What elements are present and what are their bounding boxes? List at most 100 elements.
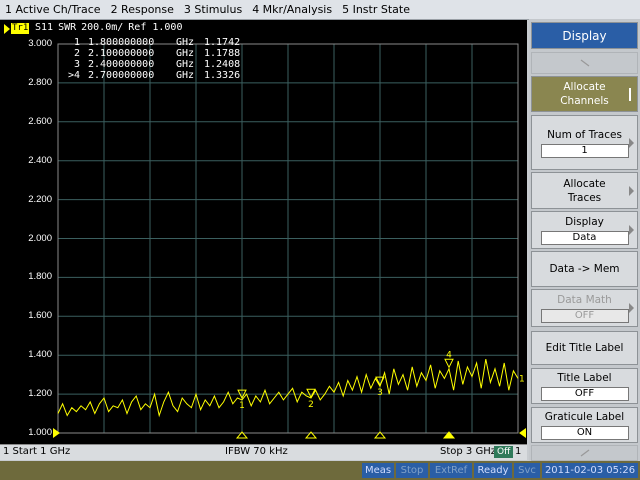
allocate-traces-label: Allocate Traces [563,177,606,204]
y-tick-label: 2.200 [28,193,52,205]
marker-value: 1.2408 [204,59,241,70]
status-svc: Svc [514,463,540,478]
channel-footer: 1 Start 1 GHz IFBW 70 kHz Stop 3 GHz Off… [0,444,527,460]
arrow-up-icon [580,59,589,67]
marker-freq: 1.800000000 [88,37,155,48]
ref-level-left-arrow-icon [53,428,60,438]
y-tick-label: 1.800 [28,271,52,283]
menu-mkr-analysis[interactable]: 4 Mkr/Analysis [247,0,337,19]
status-ready: Ready [474,463,512,478]
status-extref: ExtRef [430,463,472,478]
softkey-up-button[interactable] [531,52,638,74]
softkey-down-button[interactable] [531,445,638,461]
display-label: Display [565,216,604,228]
graticule-label-button[interactable]: Graticule Label ON [531,407,638,443]
y-tick-label: 1.600 [28,310,52,322]
menu-active-ch-trace[interactable]: 1 Active Ch/Trace [0,0,106,19]
trace-tag[interactable]: Tr1 [4,23,30,34]
stop-frequency[interactable]: Stop 3 GHz [440,446,496,457]
data-math-button[interactable]: Data Math OFF [531,289,638,327]
start-frequency[interactable]: 1 Start 1 GHz [3,446,70,457]
marker-id: >4 [67,70,80,81]
num-of-traces-label: Num of Traces [547,128,622,141]
allocate-channels-button[interactable]: Allocate Channels [531,76,638,112]
num-of-traces-button[interactable]: Num of Traces 1 [531,115,638,170]
trace-number-label: 1 [519,375,525,385]
display-button[interactable]: Display Data [531,211,638,249]
data-to-mem-button[interactable]: Data -> Mem [531,251,638,287]
graticule-label-label: Graticule Label [544,411,625,423]
marker-unit: GHz [176,70,195,81]
menu-response[interactable]: 2 Response [106,0,179,19]
output-status-badge[interactable]: Off [494,446,514,458]
marker-unit: GHz [176,37,195,48]
marker-value: 1.1788 [204,48,241,59]
edit-title-label-label: Edit Title Label [545,342,624,354]
chevron-right-icon [629,137,634,148]
marker-row: >4 2.700000000 GHz 1.3326 [64,70,254,81]
marker-row: 2 2.100000000 GHz 1.1788 [64,48,254,59]
marker-label: 4 [446,350,452,360]
y-tick-label: 1.400 [28,349,52,361]
data-math-label: Data Math [557,294,612,306]
edit-title-label-button[interactable]: Edit Title Label [531,331,638,365]
marker-row: 3 2.400000000 GHz 1.2408 [64,59,254,70]
ref-level-right-arrow-icon [519,428,526,438]
trace-tag-label: Tr1 [11,23,30,34]
data-to-mem-label: Data -> Mem [549,263,620,275]
y-tick-label: 2.600 [28,115,52,127]
title-label-button[interactable]: Title Label OFF [531,368,638,404]
y-tick-label: 1.000 [28,427,52,438]
marker-table: 1 1.800000000 GHz 1.1742 2 2.100000000 G… [64,37,254,81]
menu-stimulus[interactable]: 3 Stimulus [179,0,247,19]
status-meas: Meas [362,463,394,478]
softkey-title-label: Display [562,28,607,43]
channel-number: 1 [515,446,522,457]
y-tick-label: 2.000 [28,232,52,244]
title-label-label: Title Label [557,372,612,384]
y-tick-label: 2.400 [28,154,52,166]
allocate-channels-label: Allocate Channels [560,81,609,107]
marker-id: 2 [73,48,80,59]
data-math-value: OFF [540,309,629,323]
marker-id: 1 [73,37,80,48]
marker-triangle-icon [444,358,454,369]
trace-format: SWR [58,22,77,33]
ifbw-readout[interactable]: IFBW 70 kHz [225,446,288,457]
y-tick-label: 3.000 [28,38,52,49]
allocate-traces-button[interactable]: Allocate Traces [531,172,638,209]
trace-header: S11 SWR 200.0m/Ref 1.000 [35,22,187,33]
title-label-value: OFF [540,387,629,401]
trace-parameter: S11 [35,22,54,33]
trace-ref: Ref 1.000 [128,22,183,33]
selected-indicator-icon [629,88,631,101]
marker-label: 2 [308,400,314,410]
marker-freq: 2.100000000 [88,48,155,59]
display-value: Data [540,231,629,245]
active-trace-arrow-icon [4,23,10,34]
y-tick-label: 2.800 [28,76,52,88]
trace-scale: 200.0m/ [81,22,124,33]
softkey-title: Display [531,22,638,49]
chevron-right-icon [629,225,634,235]
marker-unit: GHz [176,59,195,70]
num-of-traces-value: 1 [540,143,629,158]
marker-value: 1.1742 [204,37,241,48]
graticule-label-value: ON [540,426,629,440]
chevron-right-icon [629,303,634,313]
arrow-down-icon [580,449,589,457]
marker-row: 1 1.800000000 GHz 1.1742 [64,37,254,48]
y-tick-label: 1.200 [28,388,52,400]
status-datetime: 2011-02-03 05:26 [542,463,638,478]
status-bar: Meas Stop ExtRef Ready Svc 2011-02-03 05… [0,461,640,480]
menu-bar: 1 Active Ch/Trace 2 Response 3 Stimulus … [0,0,640,20]
menu-instr-state[interactable]: 5 Instr State [337,0,415,19]
marker-label: 3 [377,388,383,398]
trace-display[interactable]: 12341 Tr1 S11 SWR 200.0m/Ref 1.000 1 1.800… [0,20,527,445]
marker-freq: 2.400000000 [88,59,155,70]
status-stop: Stop [396,463,428,478]
trace-plot: 1 2341 [53,43,526,439]
softkey-panel: Display Allocate Channels Num of Traces … [529,19,640,461]
marker-id: 3 [73,59,80,70]
marker-value: 1.3326 [204,70,241,81]
